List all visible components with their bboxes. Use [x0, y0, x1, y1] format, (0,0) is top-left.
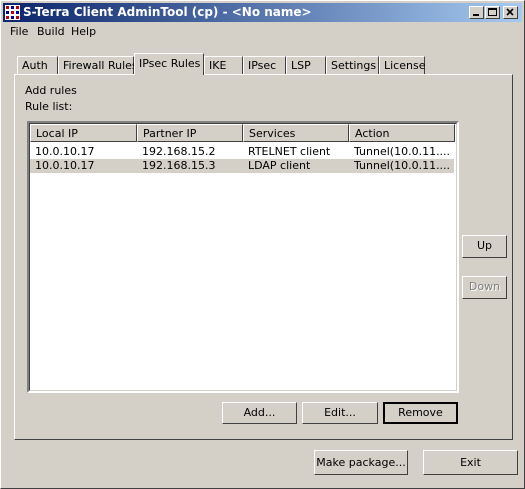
rule-list-label: Rule list:	[25, 100, 73, 113]
maximize-button[interactable]	[485, 6, 500, 19]
up-button[interactable]: Up	[462, 235, 507, 258]
make-package-button[interactable]: Make package...	[314, 450, 408, 475]
cell-partner-ip: 192.168.15.2	[142, 145, 216, 158]
minimize-button[interactable]	[469, 6, 484, 19]
tab-auth[interactable]: Auth	[17, 56, 58, 74]
main-window: S-Terra Client AdminTool (cp) - <No name…	[0, 0, 525, 489]
down-button[interactable]: Down	[462, 276, 507, 299]
table-row[interactable]: 10.0.10.17 192.168.15.2 RTELNET client T…	[30, 145, 454, 159]
tab-license[interactable]: License	[379, 56, 425, 74]
remove-button[interactable]: Remove	[383, 402, 458, 424]
cell-action: Tunnel(10.0.11....	[354, 145, 451, 158]
menu-help[interactable]: Help	[71, 25, 96, 38]
cell-services: LDAP client	[248, 159, 311, 172]
close-icon	[506, 8, 514, 16]
s-terra-app-icon[interactable]	[5, 5, 20, 20]
tab-ike[interactable]: IKE	[204, 56, 243, 74]
cell-local-ip: 10.0.10.17	[35, 145, 95, 158]
window-title: S-Terra Client AdminTool (cp) - <No name…	[23, 5, 312, 19]
title-bar[interactable]: S-Terra Client AdminTool (cp) - <No name…	[3, 3, 522, 22]
add-button[interactable]: Add...	[222, 402, 297, 424]
exit-button[interactable]: Exit	[423, 450, 518, 475]
tab-lsp[interactable]: LSP	[286, 56, 326, 74]
edit-button[interactable]: Edit...	[302, 402, 378, 424]
rule-list[interactable]: Local IP Partner IP Services Action 10.0…	[27, 121, 459, 393]
column-action[interactable]: Action	[349, 124, 455, 142]
column-local-ip[interactable]: Local IP	[30, 124, 137, 142]
maximize-icon	[488, 8, 497, 16]
cell-partner-ip: 192.168.15.3	[142, 159, 216, 172]
column-services[interactable]: Services	[243, 124, 349, 142]
menu-build[interactable]: Build	[37, 25, 65, 38]
cell-local-ip: 10.0.10.17	[35, 159, 95, 172]
table-row[interactable]: 10.0.10.17 192.168.15.3 LDAP client Tunn…	[30, 159, 454, 173]
close-button[interactable]	[503, 6, 518, 19]
add-rules-heading: Add rules	[25, 84, 77, 97]
tab-ipsec-rules[interactable]: IPsec Rules	[134, 53, 204, 75]
minimize-icon	[473, 14, 479, 16]
tab-firewall-rules[interactable]: Firewall Rules	[58, 56, 138, 74]
tab-settings[interactable]: Settings	[326, 56, 379, 74]
column-partner-ip[interactable]: Partner IP	[137, 124, 243, 142]
tab-ipsec[interactable]: IPsec	[243, 56, 286, 74]
cell-services: RTELNET client	[248, 145, 331, 158]
cell-action: Tunnel(10.0.11....	[354, 159, 451, 172]
menu-file[interactable]: File	[10, 25, 28, 38]
